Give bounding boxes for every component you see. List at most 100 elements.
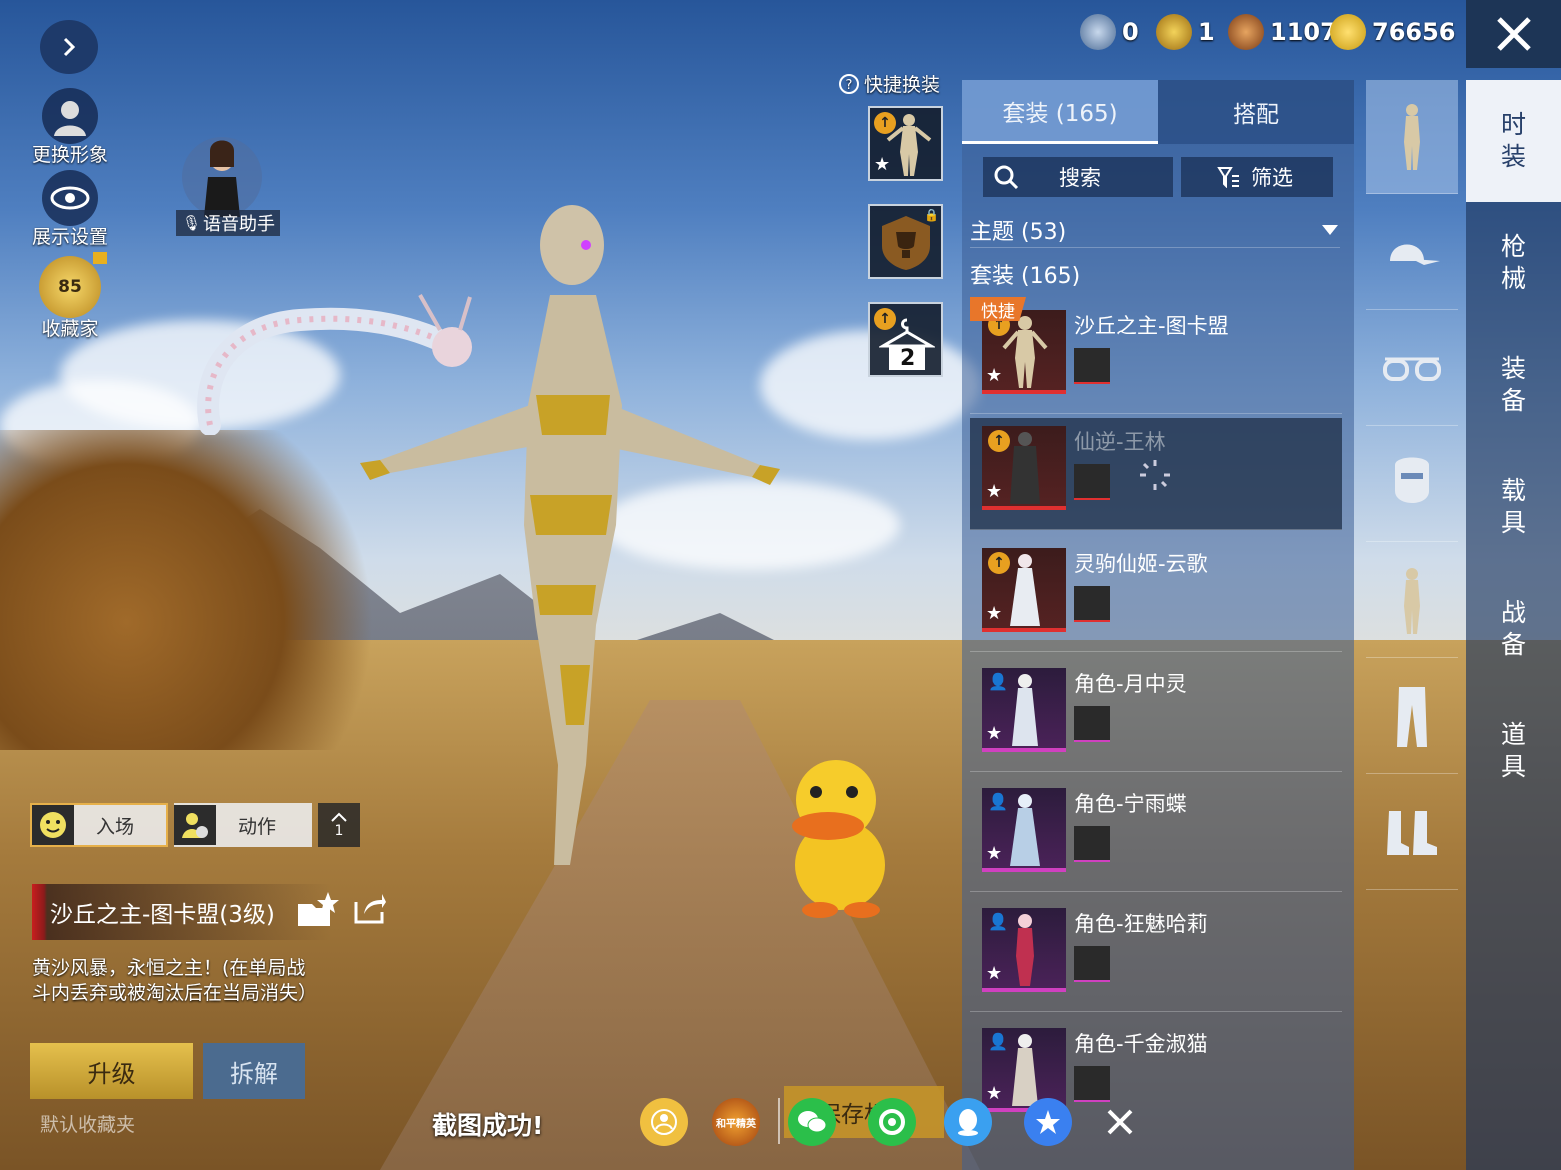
item-thumbnail: ↑ ★ (982, 310, 1066, 394)
share-wechat-button[interactable] (788, 1098, 836, 1146)
item-thumbnail: 👤 ★ (982, 668, 1066, 752)
collector-label: 收藏家 (41, 318, 99, 340)
item-name: 灵驹仙姬-云歌 (1074, 552, 1208, 576)
item-thumbnail: 👤 ★ (982, 788, 1066, 872)
double-chevron-up-icon (331, 812, 347, 822)
cloaked-figure-icon (1010, 432, 1040, 504)
filter-button[interactable]: 筛选 (1181, 157, 1333, 197)
share-moments-button[interactable] (868, 1098, 916, 1146)
theme-label: 主题 (53) (970, 219, 1067, 245)
outfit-title-icons (296, 890, 388, 930)
slot-pants[interactable] (1366, 660, 1458, 774)
item-thumbnail: 👤 ★ (982, 908, 1066, 992)
theme-dropdown[interactable]: 主题 (53) (970, 212, 1340, 248)
category-vehicles[interactable]: 载具 (1466, 446, 1561, 568)
cap-icon (1390, 244, 1440, 265)
expand-up-button[interactable]: 1 (318, 803, 360, 847)
category-fashion[interactable]: 时装 (1466, 80, 1561, 202)
tab-match[interactable]: 搭配 (1158, 80, 1354, 144)
slot-glasses[interactable] (1366, 312, 1458, 426)
slot-top[interactable] (1366, 544, 1458, 658)
character-figure-icon (1010, 794, 1040, 866)
friends-icon (651, 1109, 677, 1135)
collector-button[interactable]: 85 收藏家 (30, 252, 110, 341)
close-button[interactable] (1466, 0, 1561, 68)
quick-slot-1[interactable]: ↑ ★ (868, 106, 943, 181)
item-thumbnail: ↑ ★ (982, 548, 1066, 632)
game-community-button[interactable]: 和平精英 (712, 1098, 760, 1146)
list-item-selected[interactable]: ↑ ★ 仙逆-王林 (970, 418, 1342, 530)
quick-change-label: 快捷换装 (864, 74, 941, 96)
list-item[interactable]: 👤 ★ 角色-狂魅哈莉 (970, 900, 1342, 1012)
entrance-button[interactable]: 入场 (30, 803, 168, 847)
eye-icon (42, 170, 98, 226)
search-input[interactable]: 搜索 (983, 157, 1173, 197)
currency-bronze[interactable]: 1107 (1228, 14, 1337, 50)
default-folder-label[interactable]: 默认收藏夹 (40, 1110, 135, 1137)
quick-slot-2[interactable]: 🔒 (868, 204, 943, 279)
loading-spinner-icon (1140, 460, 1170, 490)
change-avatar-button[interactable]: 更换形象 (30, 88, 110, 167)
dismantle-button[interactable]: 拆解 (203, 1043, 305, 1099)
currency-value: 1 (1198, 18, 1215, 46)
slot-outfit[interactable] (1366, 80, 1458, 194)
tab-sets-label: 套装 (165) (1002, 100, 1118, 127)
wechat-icon (798, 1111, 827, 1133)
share-qq-button[interactable] (944, 1098, 992, 1146)
lightning-coin-icon (1330, 14, 1366, 50)
gift-icon (93, 252, 107, 264)
list-item[interactable]: ↑ ★ 灵驹仙姬-云歌 (970, 540, 1342, 652)
currency-lightning[interactable]: 76656 (1330, 14, 1456, 50)
dismantle-label: 拆解 (230, 1059, 278, 1088)
quick-change-header[interactable]: ? 快捷换装 (838, 70, 940, 97)
category-label: 道具 (1500, 720, 1526, 781)
outfit-figure-icon (886, 114, 932, 176)
game-logo-icon: 和平精英 (716, 1118, 756, 1130)
expand-menu-button[interactable] (40, 20, 98, 74)
equip-slot-column (1366, 80, 1458, 1090)
voice-assistant-label-box: 🎙 语音助手 (176, 210, 280, 236)
smile-face-icon (32, 805, 74, 845)
category-label: 枪械 (1500, 232, 1526, 293)
character-figure-icon (1016, 914, 1034, 986)
share-friend-button[interactable] (640, 1098, 688, 1146)
microphone-icon: 🎙 (182, 214, 202, 232)
slot-shoes[interactable] (1366, 776, 1458, 890)
item-mini-thumbnail (1074, 826, 1110, 862)
list-item[interactable]: ↑ ★ 沙丘之主-图卡盟 (970, 302, 1342, 414)
share-icon[interactable] (352, 890, 388, 926)
display-settings-button[interactable]: 展示设置 (30, 170, 110, 249)
tab-sets[interactable]: 套装 (165) (962, 80, 1158, 144)
share-close-button[interactable] (1096, 1098, 1144, 1146)
star-icon: ★ (986, 603, 1003, 624)
close-icon (1107, 1109, 1133, 1135)
share-qzone-button[interactable] (1024, 1098, 1072, 1146)
list-item[interactable]: 👤 ★ 角色-宁雨蝶 (970, 780, 1342, 892)
upgrade-button[interactable]: 升级 (30, 1043, 193, 1099)
change-avatar-label: 更换形象 (31, 144, 108, 166)
person-emote-icon (174, 805, 216, 845)
currency-blue[interactable]: 0 (1080, 14, 1139, 50)
category-props[interactable]: 道具 (1466, 690, 1561, 812)
quick-slot-3[interactable]: ↑ 2 (868, 302, 943, 377)
outfit-title-bar: 沙丘之主-图卡盟(3级) (32, 884, 332, 940)
expand-count: 1 (334, 823, 344, 839)
list-item[interactable]: 👤 ★ 角色-月中灵 (970, 660, 1342, 772)
triangle-down-icon (1322, 224, 1338, 235)
category-battle-prep[interactable]: 战备 (1466, 568, 1561, 690)
slot-number: 2 (900, 346, 916, 371)
category-label: 战备 (1500, 598, 1526, 659)
category-guns[interactable]: 枪械 (1466, 202, 1561, 324)
currency-badge[interactable]: 1 (1156, 14, 1215, 50)
favorite-folder-icon[interactable] (296, 890, 340, 930)
item-mini-thumbnail (1074, 706, 1110, 742)
moments-icon (879, 1109, 905, 1135)
assistant-girl-icon (182, 137, 262, 217)
star-icon: ★ (986, 481, 1003, 502)
category-label: 装备 (1500, 354, 1526, 415)
sets-label: 套装 (165) (970, 264, 1081, 289)
action-button[interactable]: 动作 (174, 803, 312, 847)
slot-mask[interactable] (1366, 428, 1458, 542)
category-gear[interactable]: 装备 (1466, 324, 1561, 446)
slot-hat[interactable] (1366, 196, 1458, 310)
